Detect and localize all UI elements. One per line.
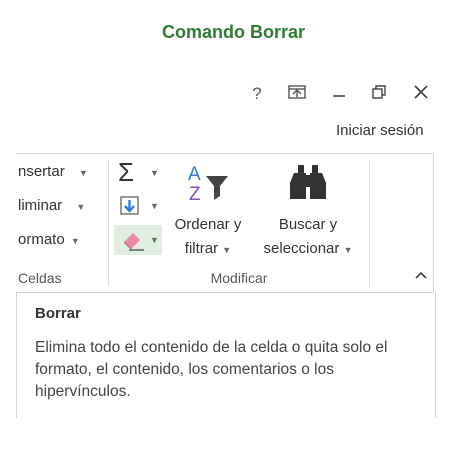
chevron-down-icon: ▼ (150, 201, 159, 211)
restore-icon (372, 85, 386, 99)
find-label-line2-row: seleccionar ▼ (252, 240, 364, 257)
collapse-ribbon-icon (415, 271, 427, 279)
sort-label-line2: filtrar (184, 240, 219, 257)
chevron-down-icon: ▼ (222, 245, 232, 255)
sigma-icon: Σ (118, 157, 135, 187)
fill-down-icon (120, 196, 139, 215)
ribbon-display-icon (288, 85, 306, 99)
modify-group-label: Modificar (210, 270, 268, 286)
chevron-down-icon: ▼ (76, 202, 86, 212)
chevron-down-icon: ▼ (150, 168, 159, 178)
binoculars-icon (290, 165, 326, 199)
page-title: Comando Borrar (161, 22, 305, 42)
svg-text:Z: Z (189, 184, 201, 204)
chevron-down-icon: ▼ (150, 235, 159, 245)
help-button[interactable]: ? (246, 84, 268, 104)
chevron-down-icon: ▼ (343, 245, 353, 255)
fill-button[interactable]: ▼ (116, 194, 162, 218)
close-icon (414, 85, 428, 99)
signin-link[interactable]: Iniciar sesión (336, 122, 424, 139)
find-label-line1: Buscar y (278, 216, 338, 233)
close-button[interactable] (410, 84, 432, 104)
svg-text:A: A (188, 164, 201, 185)
sort-label-line1: Ordenar y (174, 216, 242, 233)
clear-button[interactable]: ▼ (114, 225, 162, 255)
group-separator (108, 160, 109, 286)
chevron-down-icon: ▼ (70, 236, 80, 246)
ribbon-display-button[interactable] (286, 84, 308, 104)
cells-group-label: Celdas (18, 270, 62, 286)
delete-label: liminar (18, 197, 63, 214)
insert-label: nsertar (18, 163, 65, 180)
sort-filter-icon: A Z (188, 164, 228, 204)
format-button[interactable]: ormato ▼ (18, 231, 80, 248)
find-select-button[interactable]: Buscar y seleccionar ▼ (252, 160, 364, 266)
ribbon-top-border (16, 153, 434, 154)
eraser-icon (123, 233, 144, 251)
minimize-icon (333, 95, 345, 97)
tooltip-body: Elimina todo el contenido de la celda o … (35, 339, 388, 400)
sort-filter-button[interactable]: A Z Ordenar y filtrar ▼ (164, 160, 252, 266)
ribbon-right-border (433, 153, 434, 293)
delete-button[interactable]: liminar ▼ (18, 197, 85, 214)
sort-label-line2-row: filtrar ▼ (164, 240, 252, 257)
find-label-line2: seleccionar (263, 240, 340, 257)
chevron-down-icon: ▼ (78, 168, 88, 178)
group-separator (369, 160, 370, 286)
collapse-ribbon-button[interactable] (414, 268, 428, 286)
restore-button[interactable] (368, 84, 390, 104)
tooltip-title: Borrar (35, 305, 81, 322)
insert-button[interactable]: nsertar ▼ (18, 163, 88, 180)
minimize-button[interactable] (328, 84, 350, 104)
format-label: ormato (18, 231, 65, 248)
autosum-button[interactable]: Σ ▼ (116, 157, 162, 187)
